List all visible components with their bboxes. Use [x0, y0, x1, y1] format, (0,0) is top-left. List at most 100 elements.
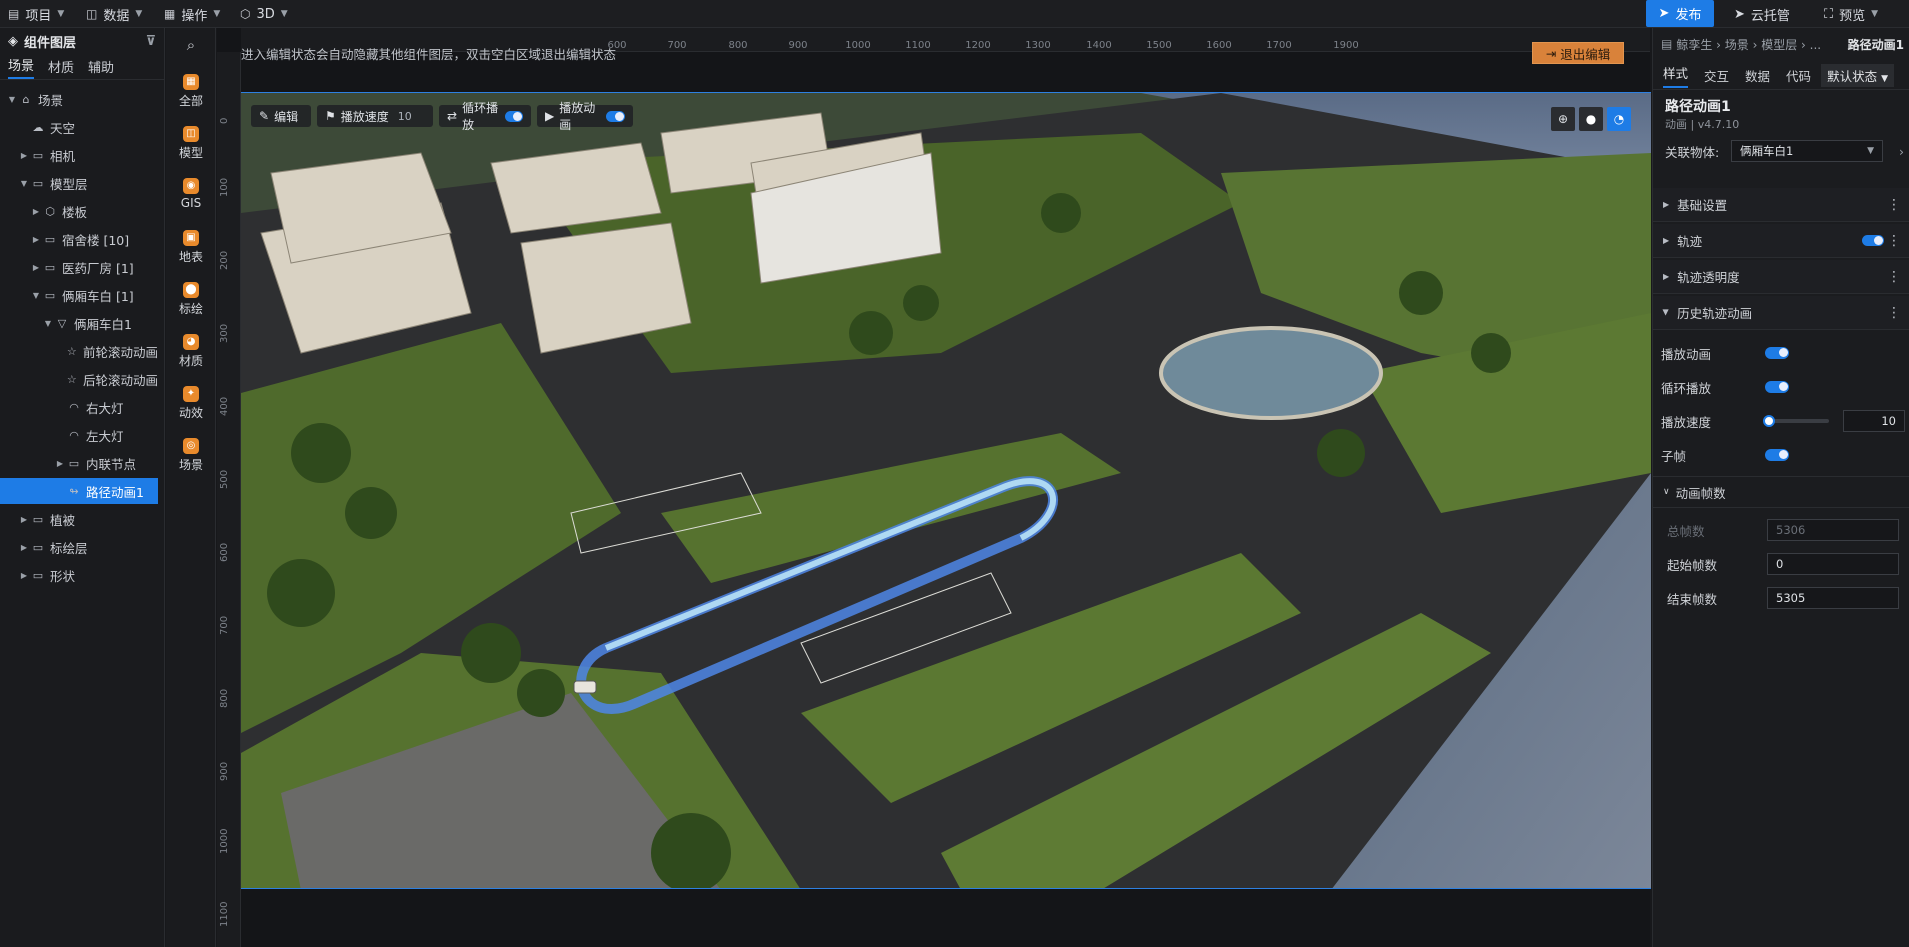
rail-item-gis[interactable]: ◉ GIS	[166, 178, 216, 210]
speed-slider[interactable]	[1763, 415, 1829, 427]
layer-tree-item[interactable]: ▶ ▭ 内联节点	[0, 450, 158, 476]
speed-input[interactable]: 10	[1843, 410, 1905, 432]
rail-item-scene[interactable]: ◎ 场景	[166, 438, 216, 473]
clock-icon[interactable]: ◔	[1607, 107, 1631, 131]
menu-3d[interactable]: ⬡ 3D ▼	[240, 0, 288, 28]
preview-button[interactable]: ⛶ 预览 ▼	[1814, 0, 1888, 28]
section-trajectory[interactable]: ▶ 轨迹 ⋮	[1653, 224, 1909, 258]
globe-icon[interactable]: ⊕	[1551, 107, 1575, 131]
caret-down-icon[interactable]: ▼	[6, 95, 18, 104]
caret-down-icon[interactable]: ▼	[30, 291, 42, 300]
scene-viewport[interactable]: 600 700 800 900 1000 1100 1200 1300 1400 1500 1600…	[217, 28, 1651, 947]
layer-panel-header: ◈ 组件图层 ⊽	[0, 28, 164, 54]
layer-tree-item[interactable]: ▶ ▭ 宿舍楼 [10]	[0, 226, 158, 252]
rail-item-model[interactable]: ◫ 模型	[166, 126, 216, 161]
layer-tree-item[interactable]: ▶ ⬡ 楼板	[0, 198, 158, 224]
tab-style[interactable]: 样式	[1663, 63, 1689, 88]
caret-right-icon[interactable]: ▶	[18, 515, 30, 524]
layer-tree-item[interactable]: ☆ 前轮滚动动画	[0, 338, 158, 364]
end-frame-input[interactable]: 5305	[1767, 587, 1899, 609]
ruler-tick-label: 1300	[1025, 40, 1051, 51]
tab-interaction[interactable]: 交互	[1704, 66, 1729, 85]
play-speed-control[interactable]: ⚑ 播放速度 10	[317, 105, 433, 127]
loop-icon: ⇄	[447, 109, 458, 123]
tab-code[interactable]: 代码	[1786, 66, 1811, 85]
edit-control[interactable]: ✎ 编辑	[251, 105, 311, 127]
start-frame-input[interactable]: 0	[1767, 553, 1899, 575]
layer-tree-item[interactable]: ▶ ▭ 医药厂房 [1]	[0, 254, 158, 280]
state-select[interactable]: 默认状态 ▼	[1821, 64, 1894, 87]
sphere-icon[interactable]: ●	[1579, 107, 1603, 131]
layer-tabs: 场景 材质 辅助	[0, 54, 164, 80]
menu-operation[interactable]: ▦ 操作 ▼	[164, 0, 220, 28]
caret-right-icon: ▶	[1663, 236, 1670, 245]
breadcrumb-current: 路径动画1	[1847, 37, 1904, 52]
caret-down-icon[interactable]: ▼	[42, 319, 54, 328]
layer-tree-item[interactable]: ▼ ▭ 模型层	[0, 170, 158, 196]
caret-right-icon[interactable]: ▶	[30, 207, 42, 216]
prop-play-speed: 播放速度 10	[1653, 410, 1909, 432]
caret-right-icon[interactable]: ▶	[30, 263, 42, 272]
loop-toggle[interactable]	[505, 110, 523, 122]
rail-item-all[interactable]: ▦ 全部	[166, 74, 216, 109]
speed-value[interactable]: 10	[398, 110, 412, 123]
caret-right-icon[interactable]: ▶	[18, 571, 30, 580]
filter-icon[interactable]: ⊽	[145, 34, 156, 49]
linked-object-select[interactable]: 俩厢车白1 ▼	[1731, 140, 1883, 162]
layer-tree-item[interactable]: ▶ ▭ 标绘层	[0, 534, 158, 560]
tab-scene[interactable]: 场景	[8, 55, 35, 79]
search-button[interactable]: ⌕	[166, 36, 216, 54]
subframe-toggle[interactable]	[1765, 449, 1789, 461]
more-icon[interactable]: ⋮	[1887, 269, 1901, 285]
exit-edit-button[interactable]: ⇥ 退出编辑	[1532, 42, 1624, 64]
section-basic-settings[interactable]: ▶ 基础设置 ⋮	[1653, 188, 1909, 222]
caret-right-icon[interactable]: ▶	[54, 459, 66, 468]
layer-tree-item[interactable]: ▼ ▽ 俩厢车白1	[0, 310, 158, 336]
trajectory-toggle[interactable]	[1862, 235, 1884, 246]
star-icon: ☆	[66, 372, 77, 386]
3d-scene[interactable]: ✎ 编辑 ⚑ 播放速度 10 ⇄ 循环播放 ▶ 播放动画 ⊕ ● ◔	[241, 92, 1651, 889]
cloud-hosting-button[interactable]: ➤ 云托管	[1724, 0, 1800, 28]
caret-down-icon[interactable]: ▼	[18, 179, 30, 188]
layer-tree-item[interactable]: ▶ ▭ 形状	[0, 562, 158, 588]
menu-project[interactable]: ▤ 项目 ▼	[8, 0, 64, 28]
slider-handle[interactable]	[1763, 415, 1775, 427]
layer-tree-item-label: 医药厂房 [1]	[62, 260, 134, 276]
menu-data[interactable]: ◫ 数据 ▼	[86, 0, 142, 28]
tab-helper[interactable]: 辅助	[88, 57, 114, 76]
layer-tree-item[interactable]: ◠ 右大灯	[0, 394, 158, 420]
layer-tree-item[interactable]: ▶ ▭ 植被	[0, 506, 158, 532]
view-mode-group: ⊕ ● ◔	[1551, 107, 1631, 131]
rail-item-label: 模型	[178, 146, 203, 160]
loop-play-control[interactable]: ⇄ 循环播放	[439, 101, 531, 132]
more-icon[interactable]: ⋮	[1887, 305, 1901, 321]
layer-tree-item[interactable]: ▼ ⌂ 场景	[0, 86, 158, 112]
section-trajectory-opacity[interactable]: ▶ 轨迹透明度 ⋮	[1653, 260, 1909, 294]
layer-tree-item[interactable]: ☆ 后轮滚动动画	[0, 366, 158, 392]
publish-button[interactable]: ➤ 发布	[1646, 0, 1714, 27]
play-animation-toggle[interactable]	[1765, 347, 1789, 359]
play-animation-control[interactable]: ▶ 播放动画	[537, 101, 633, 132]
caret-right-icon[interactable]: ▶	[30, 235, 42, 244]
tab-material[interactable]: 材质	[48, 57, 74, 76]
more-icon[interactable]: ⋮	[1887, 233, 1901, 249]
tab-data[interactable]: 数据	[1745, 66, 1770, 85]
chevron-right-icon[interactable]: ›	[1899, 144, 1904, 159]
layer-tree-item[interactable]: ◠ 左大灯	[0, 422, 158, 448]
layer-tree-item[interactable]: ↬ 路径动画1	[0, 478, 158, 504]
ruler-tick-label: 1100	[219, 901, 230, 927]
section-frames[interactable]: ∨ 动画帧数	[1653, 476, 1909, 508]
layer-tree-item[interactable]: ☁ 天空	[0, 114, 158, 140]
play-toggle[interactable]	[605, 110, 625, 122]
rail-item-terrain[interactable]: ▣ 地表	[166, 230, 216, 265]
layer-tree-item[interactable]: ▼ ▭ 俩厢车白 [1]	[0, 282, 158, 308]
rail-item-marker[interactable]: ⬤ 标绘	[166, 282, 216, 317]
rail-item-material[interactable]: ◕ 材质	[166, 334, 216, 369]
layer-tree-item[interactable]: ▶ ▭ 相机	[0, 142, 158, 168]
rail-item-effect[interactable]: ✦ 动效	[166, 386, 216, 421]
caret-right-icon[interactable]: ▶	[18, 151, 30, 160]
caret-right-icon[interactable]: ▶	[18, 543, 30, 552]
loop-play-toggle[interactable]	[1765, 381, 1789, 393]
more-icon[interactable]: ⋮	[1887, 197, 1901, 213]
section-history-animation[interactable]: ▶ 历史轨迹动画 ⋮	[1653, 296, 1909, 330]
